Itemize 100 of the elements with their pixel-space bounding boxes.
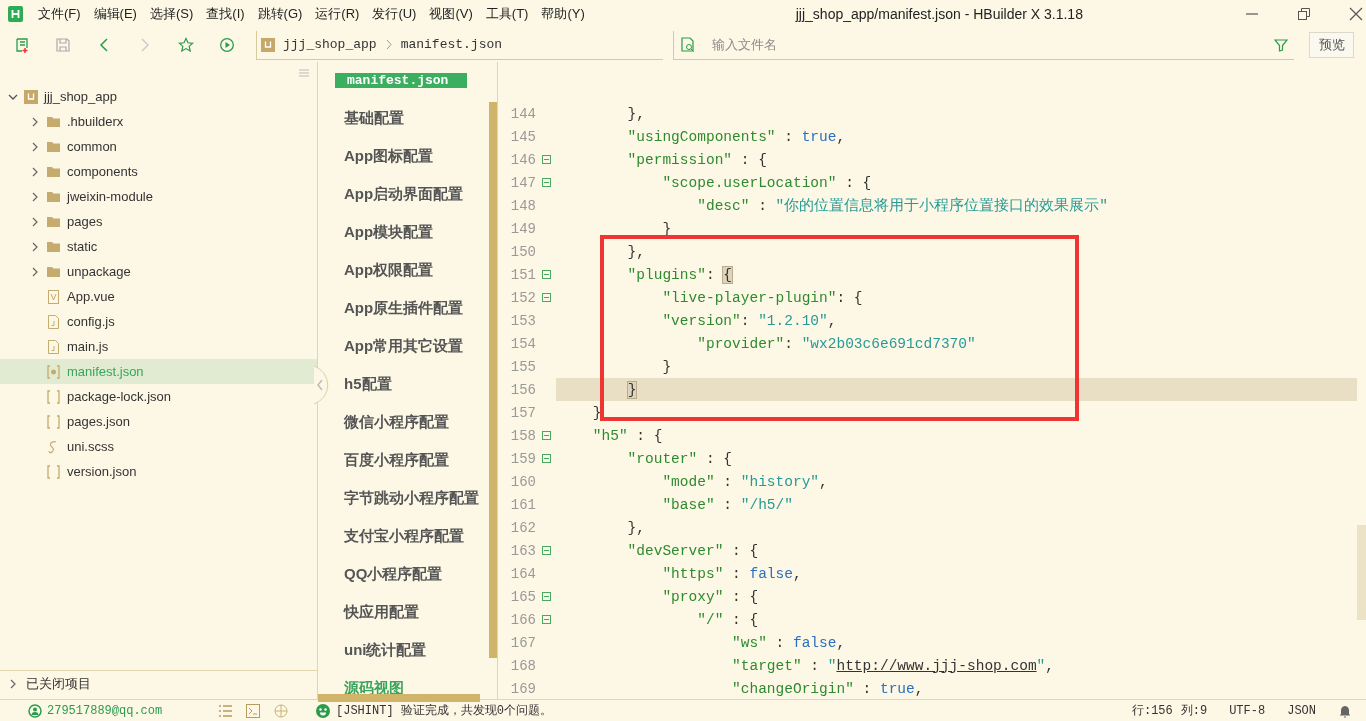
fold-toggle-icon[interactable] <box>541 592 551 601</box>
filter-icon[interactable] <box>1274 37 1288 52</box>
cursor-line[interactable]: 行:156 <box>1131 702 1173 719</box>
tree-item[interactable]: config.js <box>67 314 115 329</box>
save-icon[interactable] <box>55 36 71 53</box>
fold-toggle-icon[interactable] <box>541 293 551 302</box>
list-icon[interactable] <box>218 703 232 718</box>
settings-nav-item[interactable]: App权限配置 <box>344 251 434 289</box>
line-number: 166 <box>509 611 536 628</box>
settings-nav-item[interactable]: App模块配置 <box>344 213 434 251</box>
tree-item[interactable]: common <box>67 139 117 154</box>
menu-item[interactable]: 运行(R) <box>308 5 366 23</box>
code-line: "https" : false, <box>661 564 803 584</box>
fold-toggle-icon[interactable] <box>541 454 551 463</box>
fold-toggle-icon[interactable] <box>541 431 551 440</box>
fold-toggle-icon[interactable] <box>541 270 551 279</box>
settings-nav-item[interactable]: 快应用配置 <box>344 593 419 631</box>
fold-toggle-icon[interactable] <box>541 615 551 624</box>
closed-projects-label[interactable]: 已关闭项目 <box>26 675 91 693</box>
tree-item[interactable]: unpackage <box>67 264 131 279</box>
tree-item[interactable]: main.js <box>67 339 109 354</box>
scrollbar-thumb[interactable] <box>318 694 480 702</box>
tree-item[interactable]: static <box>67 239 98 254</box>
line-number: 159 <box>509 450 536 467</box>
run-icon[interactable] <box>219 36 235 53</box>
line-number: 149 <box>509 220 536 237</box>
menu-item[interactable]: 文件(F) <box>31 5 87 23</box>
line-number: 162 <box>509 519 536 536</box>
settings-nav-item[interactable]: 字节跳动小程序配置 <box>344 479 479 517</box>
chevron-right-icon[interactable] <box>30 241 40 252</box>
chevron-right-icon[interactable] <box>30 116 40 127</box>
language-label[interactable]: JSON <box>1287 703 1316 718</box>
settings-nav-item[interactable]: uni统计配置 <box>344 631 427 669</box>
search-field[interactable]: 输入文件名 <box>710 36 1274 53</box>
code-line: }, <box>626 242 646 262</box>
new-file-icon[interactable] <box>14 36 30 54</box>
tree-item[interactable]: version.json <box>67 464 137 479</box>
line-number: 150 <box>509 243 536 260</box>
encoding-label[interactable]: UTF-8 <box>1229 703 1266 718</box>
globe-icon[interactable] <box>274 703 288 718</box>
menu-item[interactable]: 跳转(G) <box>250 5 309 23</box>
close-icon[interactable] <box>1348 6 1364 22</box>
config-file-icon <box>46 363 61 380</box>
tree-item[interactable]: App.vue <box>67 289 115 304</box>
line-number: 167 <box>509 634 536 651</box>
code-line: "/" : { <box>696 610 760 630</box>
collapse-handle-icon[interactable] <box>313 365 331 405</box>
chevron-right-icon[interactable] <box>30 191 40 202</box>
breadcrumb-item[interactable]: manifest.json <box>400 37 503 52</box>
tree-item[interactable]: components <box>67 164 138 179</box>
menu-item[interactable]: 查找(I) <box>199 5 251 23</box>
settings-nav-item[interactable]: 微信小程序配置 <box>344 403 449 441</box>
fold-toggle-icon[interactable] <box>541 155 551 164</box>
menu-item[interactable]: 编辑(E) <box>86 5 143 23</box>
tree-item[interactable]: .hbuilderx <box>67 114 124 129</box>
preview-button[interactable]: 预览 <box>1309 32 1354 58</box>
breadcrumb-item[interactable]: jjj_shop_app <box>283 37 377 52</box>
menu-item[interactable]: 发行(U) <box>365 5 423 23</box>
tree-item[interactable]: package-lock.json <box>67 389 172 404</box>
settings-nav-item[interactable]: App图标配置 <box>344 137 434 175</box>
terminal-icon[interactable] <box>246 703 260 718</box>
restore-icon[interactable] <box>1296 6 1312 22</box>
chevron-right-icon[interactable] <box>30 166 40 177</box>
menu-item[interactable]: 工具(T) <box>478 5 535 23</box>
settings-nav-item[interactable]: 百度小程序配置 <box>344 441 449 479</box>
star-icon[interactable] <box>178 36 194 53</box>
settings-nav-item[interactable]: App原生插件配置 <box>344 289 464 327</box>
fold-toggle-icon[interactable] <box>541 546 551 555</box>
settings-nav-item[interactable]: h5配置 <box>344 365 392 403</box>
settings-nav-item[interactable]: App启动界面配置 <box>344 175 464 213</box>
menu-item[interactable]: 视图(V) <box>422 5 479 23</box>
fold-toggle-icon[interactable] <box>541 178 551 187</box>
cursor-column[interactable]: 列:9 <box>1180 702 1208 719</box>
user-icon[interactable] <box>28 703 42 718</box>
chevron-right-icon[interactable] <box>30 266 40 277</box>
menu-item[interactable]: 帮助(Y) <box>534 5 591 23</box>
code-line: } <box>591 403 603 423</box>
line-number: 165 <box>509 588 536 605</box>
settings-nav-item[interactable]: App常用其它设置 <box>344 327 464 365</box>
bell-icon[interactable] <box>1338 703 1352 718</box>
chevron-right-icon[interactable] <box>30 216 40 227</box>
line-number: 154 <box>509 335 536 352</box>
js-file-icon <box>46 338 61 355</box>
line-number: 151 <box>509 266 536 283</box>
settings-nav-item[interactable]: QQ小程序配置 <box>344 555 443 593</box>
tree-item[interactable]: uni.scss <box>67 439 114 454</box>
code-line: "permission" : { <box>626 150 768 170</box>
scrollbar-thumb[interactable] <box>489 102 497 658</box>
chevron-right-icon[interactable] <box>8 679 18 689</box>
code-line: "plugins": { <box>626 265 734 285</box>
settings-nav-item[interactable]: 支付宝小程序配置 <box>344 517 464 555</box>
tree-item[interactable]: pages.json <box>67 414 130 429</box>
tree-item[interactable]: jweixin-module <box>67 189 153 204</box>
scrollbar-thumb[interactable] <box>1357 525 1366 620</box>
settings-nav-item[interactable]: 基础配置 <box>344 99 404 137</box>
tree-item[interactable]: jjj_shop_app <box>44 89 117 104</box>
line-number: 158 <box>509 427 536 444</box>
chevron-right-icon[interactable] <box>30 141 40 152</box>
tree-item[interactable]: pages <box>67 214 103 229</box>
menu-item[interactable]: 选择(S) <box>142 5 200 23</box>
